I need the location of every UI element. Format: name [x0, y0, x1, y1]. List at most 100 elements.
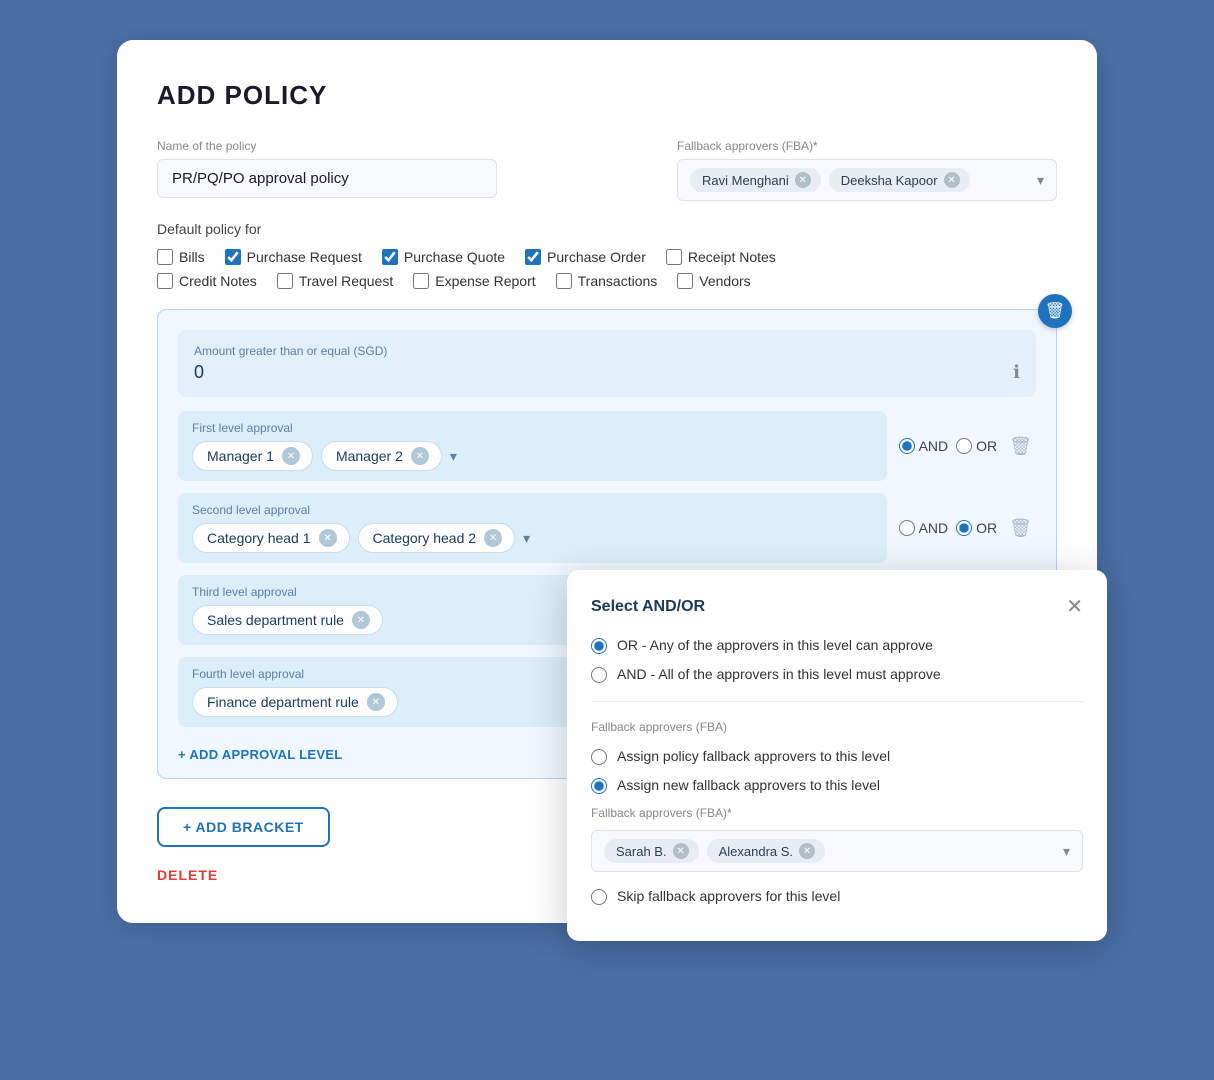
policy-name-input[interactable]	[157, 159, 497, 198]
tag-manager2: Manager 2 ✕	[321, 441, 442, 471]
popup-or-label: OR - Any of the approvers in this level …	[617, 637, 933, 653]
tag-manager1-remove[interactable]: ✕	[282, 447, 300, 465]
popup-fba-label2: Assign new fallback approvers to this le…	[617, 777, 880, 793]
approval-1-dropdown-icon[interactable]: ▾	[450, 448, 457, 465]
fba-tag-deeksha-text: Deeksha Kapoor	[841, 173, 938, 188]
fba-tag-ravi: Ravi Menghani ✕	[690, 168, 821, 192]
and-radio-2-input[interactable]	[899, 520, 915, 536]
approval-row-2: Second level approval Category head 1 ✕ …	[178, 493, 1036, 563]
main-card: ADD POLICY Name of the policy Fallback a…	[117, 40, 1097, 923]
and-label-2: AND	[919, 520, 949, 536]
checkbox-vendors[interactable]: Vendors	[677, 273, 750, 289]
delete-level-2-button[interactable]: 🗑	[1005, 514, 1036, 543]
checkbox-purchase-order[interactable]: Purchase Order	[525, 249, 646, 265]
checkbox-receipt-notes-input[interactable]	[666, 249, 682, 265]
popup-divider	[591, 701, 1083, 702]
checkbox-row-1: Bills Purchase Request Purchase Quote Pu…	[157, 249, 1057, 265]
checkbox-travel-request-input[interactable]	[277, 273, 293, 289]
approval-2-dropdown-icon[interactable]: ▾	[523, 530, 530, 547]
popup-fba-section-label: Fallback approvers (FBA)	[591, 720, 1083, 734]
checkbox-receipt-notes[interactable]: Receipt Notes	[666, 249, 776, 265]
checkbox-expense-report[interactable]: Expense Report	[413, 273, 535, 289]
tag-cathead1-text: Category head 1	[207, 530, 311, 546]
fba-dropdown-arrow-icon[interactable]: ▾	[1037, 172, 1044, 189]
checkbox-credit-notes[interactable]: Credit Notes	[157, 273, 257, 289]
checkbox-credit-notes-label: Credit Notes	[179, 273, 257, 289]
popup-close-button[interactable]: ✕	[1066, 594, 1083, 619]
popup-tag-sarah-text: Sarah B.	[616, 844, 667, 859]
or-label-1: OR	[976, 438, 997, 454]
tag-sales-remove[interactable]: ✕	[352, 611, 370, 629]
popup-fba-option3[interactable]: Skip fallback approvers for this level	[591, 888, 1083, 905]
policy-name-field: Name of the policy	[157, 139, 653, 198]
tag-finance-text: Finance department rule	[207, 694, 359, 710]
checkbox-purchase-quote-input[interactable]	[382, 249, 398, 265]
popup-fba-radio2[interactable]	[591, 778, 607, 794]
popup-tag-alexandra: Alexandra S. ✕	[707, 839, 825, 863]
popup-tag-alexandra-text: Alexandra S.	[719, 844, 793, 859]
approval-level-2-label: Second level approval	[192, 503, 873, 517]
checkbox-transactions-label: Transactions	[578, 273, 658, 289]
checkbox-travel-request[interactable]: Travel Request	[277, 273, 393, 289]
or-radio-2[interactable]: OR	[956, 520, 997, 536]
popup-title: Select AND/OR	[591, 598, 705, 616]
popup-fba-label3: Skip fallback approvers for this level	[617, 888, 840, 904]
approval-2-tags-row: Category head 1 ✕ Category head 2 ✕ ▾	[192, 523, 873, 553]
popup-fba-dropdown-icon[interactable]: ▾	[1063, 843, 1070, 860]
or-radio-1-input[interactable]	[956, 438, 972, 454]
popup-fba-option2[interactable]: Assign new fallback approvers to this le…	[591, 777, 1083, 794]
fba-field: Fallback approvers (FBA)* Ravi Menghani …	[677, 139, 1057, 201]
approval-inner-2: Second level approval Category head 1 ✕ …	[178, 493, 887, 563]
fba-remove-ravi[interactable]: ✕	[795, 172, 811, 188]
popup-tag-sarah-remove[interactable]: ✕	[673, 843, 689, 859]
add-bracket-button[interactable]: + ADD BRACKET	[157, 807, 330, 847]
and-radio-1-input[interactable]	[899, 438, 915, 454]
tag-sales: Sales department rule ✕	[192, 605, 383, 635]
tag-cathead2: Category head 2 ✕	[358, 523, 516, 553]
tag-cathead2-remove[interactable]: ✕	[484, 529, 502, 547]
tag-cathead1-remove[interactable]: ✕	[319, 529, 337, 547]
popup-and-radio[interactable]	[591, 667, 607, 683]
and-radio-2[interactable]: AND	[899, 520, 949, 536]
popup-and-option[interactable]: AND - All of the approvers in this level…	[591, 666, 1083, 683]
checkbox-purchase-order-input[interactable]	[525, 249, 541, 265]
checkbox-bills-input[interactable]	[157, 249, 173, 265]
amount-label: Amount greater than or equal (SGD)	[194, 344, 1020, 358]
popup-fba-radio1[interactable]	[591, 749, 607, 765]
checkbox-credit-notes-input[interactable]	[157, 273, 173, 289]
checkbox-row-2: Credit Notes Travel Request Expense Repo…	[157, 273, 1057, 289]
default-policy-label: Default policy for	[157, 221, 1057, 237]
popup-and-label: AND - All of the approvers in this level…	[617, 666, 941, 682]
approval-level-1-label: First level approval	[192, 421, 873, 435]
checkbox-purchase-request[interactable]: Purchase Request	[225, 249, 362, 265]
checkbox-expense-report-input[interactable]	[413, 273, 429, 289]
checkbox-transactions[interactable]: Transactions	[556, 273, 658, 289]
delete-level-1-button[interactable]: 🗑	[1005, 432, 1036, 461]
checkbox-vendors-input[interactable]	[677, 273, 693, 289]
checkbox-bills[interactable]: Bills	[157, 249, 205, 265]
popup-fba-option1[interactable]: Assign policy fallback approvers to this…	[591, 748, 1083, 765]
tag-finance-remove[interactable]: ✕	[367, 693, 385, 711]
delete-bracket-button[interactable]: 🗑	[1038, 294, 1072, 328]
add-approval-level-button[interactable]: + ADD APPROVAL LEVEL	[178, 747, 343, 762]
checkbox-purchase-request-input[interactable]	[225, 249, 241, 265]
top-form-row: Name of the policy Fallback approvers (F…	[157, 139, 1057, 201]
or-radio-2-input[interactable]	[956, 520, 972, 536]
popup-tag-alexandra-remove[interactable]: ✕	[799, 843, 815, 859]
delete-policy-button[interactable]: DELETE	[157, 867, 218, 883]
amount-section: Amount greater than or equal (SGD) 0 ℹ	[178, 330, 1036, 397]
policy-name-label: Name of the policy	[157, 139, 653, 153]
popup-or-option[interactable]: OR - Any of the approvers in this level …	[591, 637, 1083, 654]
info-icon[interactable]: ℹ	[1013, 362, 1020, 383]
popup-or-radio[interactable]	[591, 638, 607, 654]
or-radio-1[interactable]: OR	[956, 438, 997, 454]
checkbox-purchase-quote[interactable]: Purchase Quote	[382, 249, 505, 265]
tag-cathead1: Category head 1 ✕	[192, 523, 350, 553]
checkbox-transactions-input[interactable]	[556, 273, 572, 289]
and-or-group-2: AND OR 🗑	[899, 514, 1036, 543]
tag-manager2-remove[interactable]: ✕	[411, 447, 429, 465]
and-radio-1[interactable]: AND	[899, 438, 949, 454]
tag-finance: Finance department rule ✕	[192, 687, 398, 717]
popup-fba-radio3[interactable]	[591, 889, 607, 905]
fba-remove-deeksha[interactable]: ✕	[944, 172, 960, 188]
